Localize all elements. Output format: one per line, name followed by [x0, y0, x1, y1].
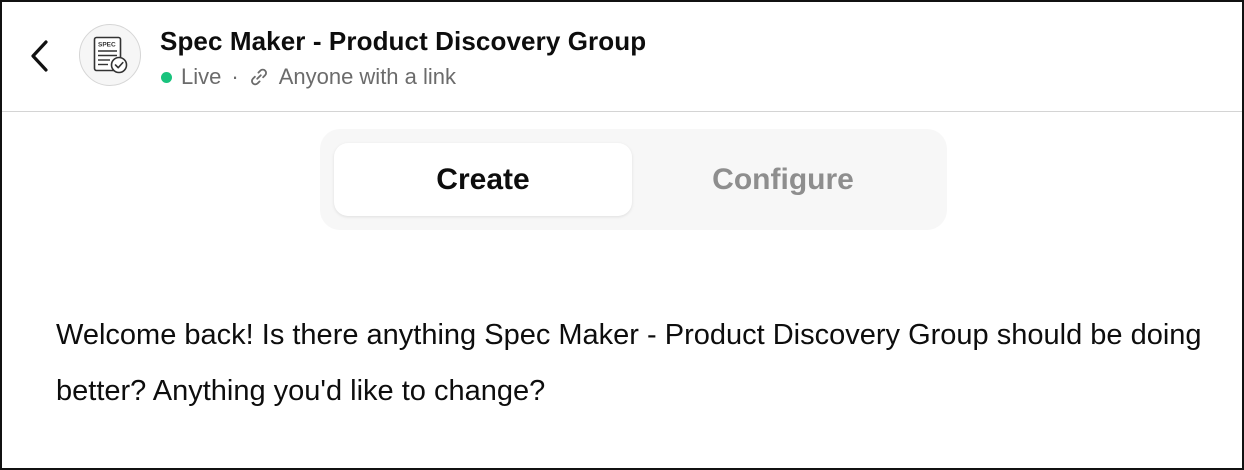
tab-configure[interactable]: Configure — [634, 143, 932, 216]
live-status-dot — [161, 71, 172, 83]
live-status-label: Live — [181, 64, 222, 89]
visibility-label: Anyone with a link — [278, 64, 457, 89]
status-separator: · — [231, 64, 239, 89]
back-button[interactable] — [24, 36, 56, 76]
spec-document-icon: SPEC — [93, 36, 128, 74]
tab-create[interactable]: Create — [334, 143, 632, 216]
link-icon — [248, 66, 270, 88]
avatar-badge-text: SPEC — [98, 42, 116, 49]
mode-tab-switcher: Create Configure — [320, 129, 947, 230]
avatar: SPEC — [79, 24, 141, 86]
assistant-welcome-message: Welcome back! Is there anything Spec Mak… — [56, 319, 1202, 407]
header-bar: SPEC Spec Maker - Product Discovery Grou… — [2, 2, 1242, 112]
gpt-editor-window: SPEC Spec Maker - Product Discovery Grou… — [0, 0, 1244, 470]
status-row: Live · Anyone with a link — [160, 64, 456, 90]
chevron-left-icon — [31, 40, 48, 72]
page-title: Spec Maker - Product Discovery Group — [160, 26, 647, 56]
